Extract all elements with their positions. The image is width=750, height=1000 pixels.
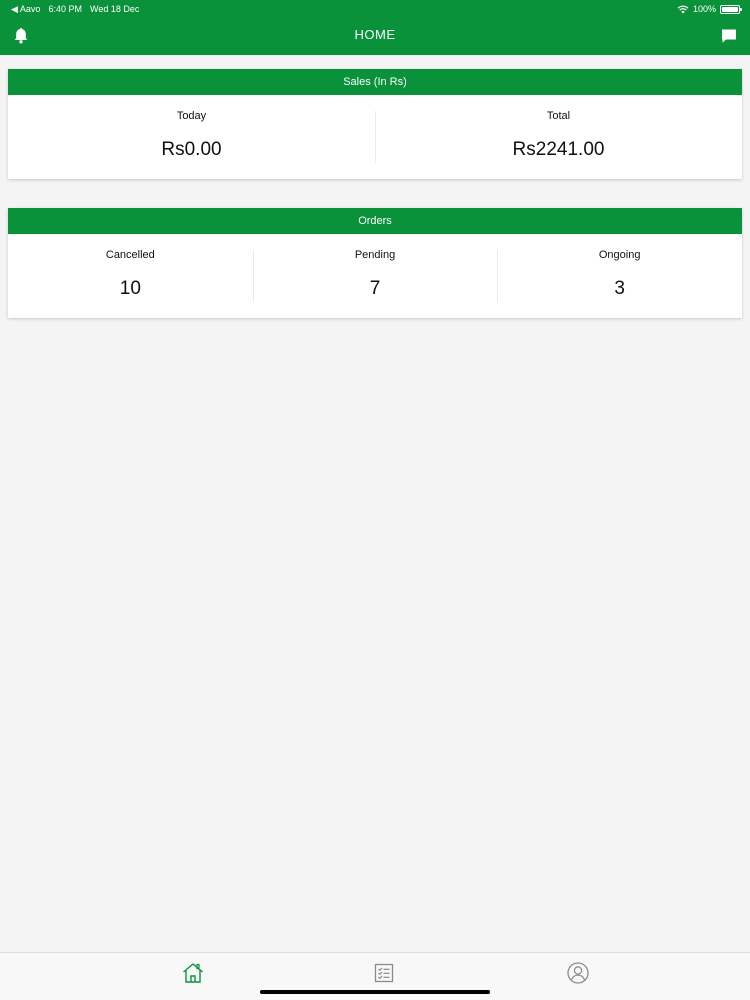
orders-ongoing[interactable]: Ongoing 3 — [497, 234, 742, 318]
battery-percent: 100% — [692, 4, 716, 14]
app-screen: ◀ Aavo 6:40 PM Wed 18 Dec 100% HOME Sale… — [0, 0, 750, 1000]
wifi-icon — [677, 5, 689, 13]
chat-icon[interactable] — [720, 27, 738, 45]
sales-total: Total Rs2241.00 — [375, 95, 742, 179]
sales-today: Today Rs0.00 — [8, 95, 375, 179]
orders-card-header: Orders — [8, 208, 742, 234]
orders-pending-count: 7 — [369, 278, 381, 299]
page-title: HOME — [354, 27, 396, 42]
sales-total-value: Rs2241.00 — [512, 139, 605, 160]
tab-orders-checklist-icon[interactable] — [372, 961, 396, 985]
back-to-app-link[interactable]: ◀ Aavo — [11, 4, 40, 15]
status-date: Wed 18 Dec — [89, 4, 140, 14]
orders-cancelled-label: Cancelled — [105, 249, 155, 261]
status-bar: ◀ Aavo 6:40 PM Wed 18 Dec 100% — [0, 0, 750, 18]
sales-card: Sales (In Rs) Today Rs0.00 Total Rs2241.… — [8, 69, 742, 179]
orders-cancelled-count: 10 — [119, 278, 141, 299]
battery-icon — [720, 4, 742, 14]
sales-total-label: Total — [546, 110, 571, 122]
nav-bar: HOME — [0, 18, 750, 55]
status-time: 6:40 PM — [48, 4, 82, 14]
tab-profile-icon[interactable] — [566, 961, 590, 985]
orders-pending[interactable]: Pending 7 — [252, 234, 498, 318]
sales-today-value: Rs0.00 — [161, 139, 222, 160]
orders-pending-label: Pending — [354, 249, 396, 261]
orders-cancelled[interactable]: Cancelled 10 — [8, 234, 253, 318]
sales-card-header: Sales (In Rs) — [8, 69, 742, 95]
orders-ongoing-label: Ongoing — [598, 249, 641, 261]
orders-card: Orders Cancelled 10 Pending 7 Ongoing 3 — [8, 208, 742, 318]
tab-home-icon[interactable] — [181, 961, 205, 985]
orders-ongoing-count: 3 — [614, 278, 625, 299]
sales-today-label: Today — [176, 110, 207, 122]
home-indicator[interactable] — [260, 990, 490, 994]
top-bar: ◀ Aavo 6:40 PM Wed 18 Dec 100% HOME — [0, 0, 750, 55]
